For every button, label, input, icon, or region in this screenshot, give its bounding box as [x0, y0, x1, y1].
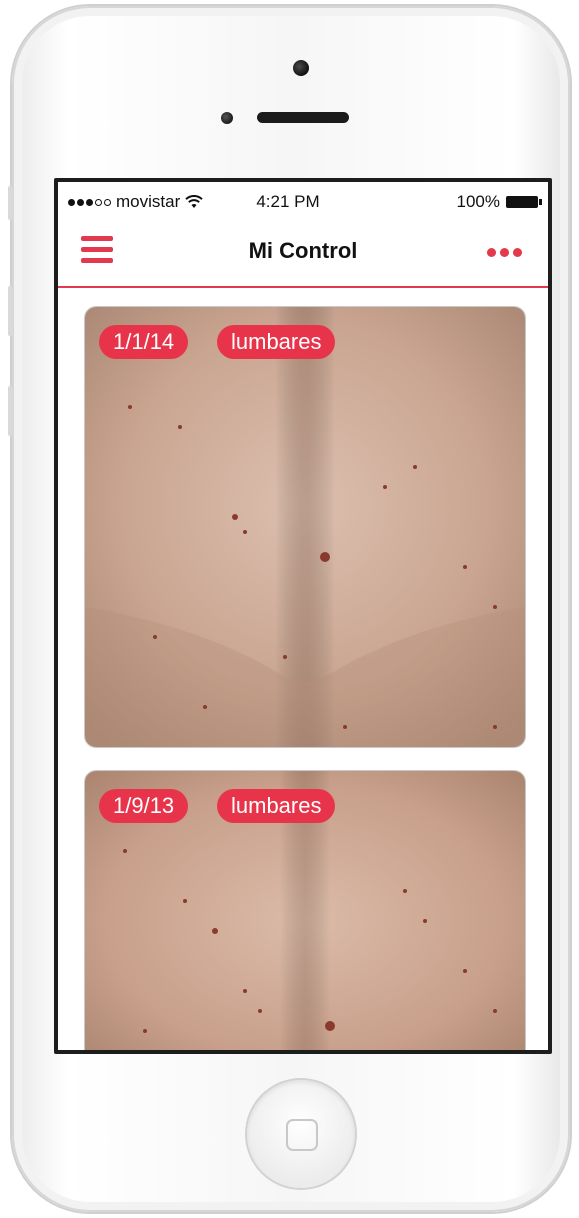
- screen: movistar 4:21 PM 100% Mi Control 1/1/14 …: [54, 178, 552, 1054]
- home-button[interactable]: [247, 1080, 355, 1188]
- status-right: 100%: [456, 192, 542, 212]
- photo-card[interactable]: 1/1/14 lumbares: [84, 306, 526, 748]
- proximity-sensor: [221, 112, 233, 124]
- battery-icon: [506, 196, 542, 208]
- earpiece-speaker: [257, 112, 349, 123]
- body-area-tag[interactable]: lumbares: [217, 325, 336, 359]
- photo-card[interactable]: 1/9/13 lumbares: [84, 770, 526, 1050]
- status-time: 4:21 PM: [256, 192, 320, 211]
- phone-frame: movistar 4:21 PM 100% Mi Control 1/1/14 …: [8, 6, 570, 1212]
- home-square-icon: [286, 1119, 318, 1151]
- back-skin-photo: [85, 307, 525, 747]
- nav-bar: Mi Control: [58, 220, 548, 288]
- date-tag[interactable]: 1/9/13: [99, 789, 189, 823]
- more-dots-icon[interactable]: [487, 248, 522, 257]
- mute-switch: [8, 186, 13, 220]
- page-title: Mi Control: [248, 238, 358, 263]
- app-viewport: movistar 4:21 PM 100% Mi Control 1/1/14 …: [58, 182, 548, 1050]
- volume-up-button: [8, 286, 13, 336]
- battery-percentage: 100%: [456, 192, 500, 211]
- date-tag[interactable]: 1/1/14: [99, 325, 189, 359]
- volume-down-button: [8, 386, 13, 436]
- body-area-tag[interactable]: lumbares: [217, 789, 336, 823]
- status-bar: movistar 4:21 PM 100%: [58, 182, 548, 220]
- front-camera: [293, 60, 309, 76]
